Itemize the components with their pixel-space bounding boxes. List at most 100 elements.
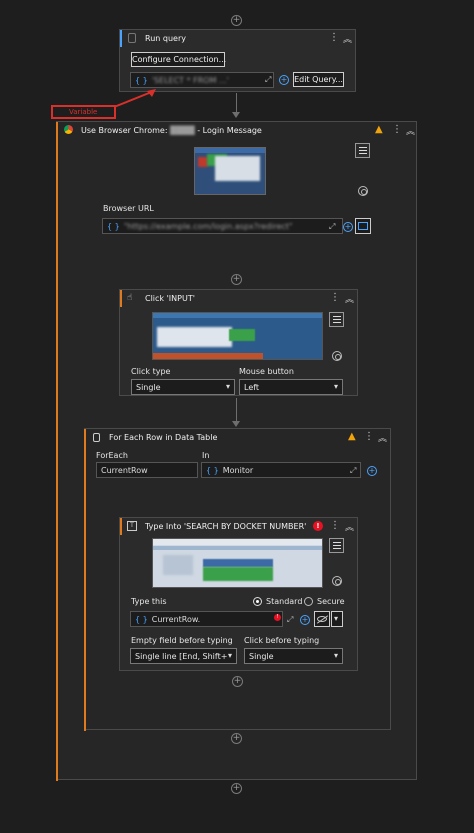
error-icon: ! bbox=[313, 521, 323, 531]
warning-icon: ▲ bbox=[348, 431, 356, 442]
expand-editor-icon[interactable]: ⤢ bbox=[287, 615, 293, 625]
type-this-value: CurrentRow. bbox=[151, 614, 201, 624]
input-error-icon: ! bbox=[274, 614, 281, 621]
expression-braces-icon: { } bbox=[107, 221, 120, 231]
foreach-item-input[interactable]: CurrentRow bbox=[96, 462, 198, 478]
kebab-menu-icon[interactable]: ⋮ bbox=[392, 124, 402, 135]
run-query-card[interactable]: Run query ⋮ ︽ Configure Connection... { … bbox=[119, 29, 356, 92]
expand-editor-icon[interactable]: ⤢ bbox=[265, 75, 271, 85]
collapse-icon[interactable]: ︽ bbox=[378, 431, 387, 444]
type-into-header: T Type Into 'SEARCH BY DOCKET NUMBER' ! … bbox=[120, 518, 357, 535]
collapse-icon[interactable]: ︽ bbox=[406, 124, 415, 137]
foreach-header: For Each Row in Data Table ▲ ⋮ ︽ bbox=[85, 429, 390, 446]
click-header: ☝ Click 'INPUT' ⋮ ︽ bbox=[120, 290, 357, 307]
click-input-card[interactable]: ☝ Click 'INPUT' ⋮ ︽ Click type Single ▾ … bbox=[119, 289, 358, 396]
click-accent bbox=[120, 290, 122, 307]
chevron-down-icon: ▾ bbox=[227, 651, 232, 660]
in-label: In bbox=[202, 451, 210, 460]
browser-scope[interactable]: Use Browser Chrome: ████ - Login Message… bbox=[56, 121, 417, 781]
add-variable-icon[interactable]: + bbox=[300, 615, 310, 625]
add-activity-button[interactable]: + bbox=[231, 733, 242, 744]
annotation-arrow bbox=[113, 89, 156, 108]
browser-scope-accent bbox=[56, 122, 58, 781]
kebab-menu-icon[interactable]: ⋮ bbox=[330, 520, 340, 531]
chevron-down-icon: ▾ bbox=[333, 382, 338, 391]
browser-url-label: Browser URL bbox=[103, 204, 154, 213]
type-into-icon: T bbox=[127, 521, 137, 531]
click-type-value: Single bbox=[136, 382, 161, 392]
type-this-label: Type this bbox=[131, 597, 167, 606]
configure-connection-button[interactable]: Configure Connection... bbox=[131, 52, 226, 67]
add-activity-button[interactable]: + bbox=[232, 676, 243, 687]
edit-query-button[interactable]: Edit Query... bbox=[293, 72, 344, 87]
add-activity-button[interactable]: + bbox=[231, 274, 242, 285]
click-type-select[interactable]: Single ▾ bbox=[131, 379, 235, 395]
kebab-menu-icon[interactable]: ⋮ bbox=[330, 292, 340, 303]
collapse-icon[interactable]: ︽ bbox=[345, 292, 354, 305]
chevron-down-icon: ▾ bbox=[225, 382, 230, 391]
connector-arrow bbox=[232, 421, 240, 427]
foreach-scope[interactable]: For Each Row in Data Table ▲ ⋮ ︽ ForEach… bbox=[84, 428, 391, 731]
add-activity-button-top[interactable]: + bbox=[231, 15, 242, 26]
connector-arrow bbox=[232, 112, 240, 118]
browser-title-suffix: - Login Message bbox=[197, 126, 262, 135]
click-title: Click 'INPUT' bbox=[145, 294, 195, 303]
foreach-label: ForEach bbox=[96, 451, 128, 460]
type-into-card[interactable]: T Type Into 'SEARCH BY DOCKET NUMBER' ! … bbox=[119, 517, 358, 671]
secure-label: Secure bbox=[317, 597, 345, 606]
indicate-target-icon[interactable] bbox=[358, 186, 368, 196]
type-options-dropdown[interactable]: ▾ bbox=[331, 611, 343, 627]
variable-annotation-box: Variable bbox=[51, 105, 116, 119]
thumb-panel bbox=[215, 156, 260, 181]
query-value: 'SELECT * FROM ...' bbox=[151, 75, 229, 85]
click-before-value: Single bbox=[249, 651, 274, 661]
in-collection-input[interactable]: { } Monitor bbox=[201, 462, 361, 478]
type-into-accent bbox=[120, 518, 122, 535]
click-screenshot-thumbnail bbox=[152, 312, 323, 360]
browser-url-input[interactable]: { } "https://example.com/login.aspx?redi… bbox=[102, 218, 343, 234]
click-before-select[interactable]: Single ▾ bbox=[244, 648, 343, 664]
expand-editor-icon[interactable]: ⤢ bbox=[350, 466, 356, 476]
kebab-menu-icon[interactable]: ⋮ bbox=[329, 32, 339, 43]
browser-title-text: Use Browser Chrome: bbox=[81, 126, 168, 135]
standard-radio[interactable] bbox=[253, 597, 262, 606]
collapse-icon[interactable]: ︽ bbox=[345, 520, 354, 533]
indicate-target-icon[interactable] bbox=[332, 576, 342, 586]
options-menu-icon[interactable] bbox=[329, 538, 344, 553]
options-menu-icon[interactable] bbox=[329, 312, 344, 327]
expression-braces-icon: { } bbox=[135, 75, 148, 85]
options-menu-icon[interactable] bbox=[355, 143, 370, 158]
type-this-input[interactable]: { } CurrentRow. bbox=[130, 611, 283, 627]
standard-label: Standard bbox=[266, 597, 303, 606]
type-into-screenshot-thumbnail bbox=[152, 538, 323, 588]
foreach-item-value: CurrentRow bbox=[101, 465, 148, 475]
connector-line bbox=[236, 398, 237, 423]
empty-field-value: Single line [End, Shift+H bbox=[135, 651, 227, 661]
browser-window-icon[interactable] bbox=[355, 218, 371, 234]
add-activity-button-bottom[interactable]: + bbox=[231, 783, 242, 794]
add-variable-icon[interactable]: + bbox=[343, 222, 353, 232]
collapse-icon[interactable]: ︽ bbox=[343, 32, 352, 45]
foreach-accent bbox=[84, 429, 86, 731]
kebab-menu-icon[interactable]: ⋮ bbox=[364, 431, 374, 442]
click-icon: ☝ bbox=[127, 293, 133, 303]
add-variable-icon[interactable]: + bbox=[279, 75, 289, 85]
indicate-target-icon[interactable] bbox=[332, 351, 342, 361]
run-query-header: Run query ⋮ ︽ bbox=[120, 30, 355, 47]
expression-braces-icon: { } bbox=[206, 465, 219, 475]
run-query-title: Run query bbox=[145, 34, 186, 43]
hide-text-icon[interactable] bbox=[314, 611, 330, 627]
add-variable-icon[interactable]: + bbox=[367, 466, 377, 476]
browser-screenshot-thumbnail bbox=[194, 147, 266, 195]
database-icon bbox=[128, 33, 136, 43]
expand-editor-icon[interactable]: ⤢ bbox=[329, 222, 335, 232]
warning-icon: ▲ bbox=[375, 124, 383, 135]
browser-title: Use Browser Chrome: ████ - Login Message bbox=[81, 126, 262, 135]
mouse-button-select[interactable]: Left ▾ bbox=[239, 379, 343, 395]
browser-scope-header: Use Browser Chrome: ████ - Login Message… bbox=[57, 122, 416, 138]
click-before-label: Click before typing bbox=[244, 636, 320, 645]
browser-url-value: "https://example.com/login.aspx?redirect… bbox=[123, 221, 293, 231]
secure-radio[interactable] bbox=[304, 597, 313, 606]
empty-field-select[interactable]: Single line [End, Shift+H ▾ bbox=[130, 648, 237, 664]
foreach-title: For Each Row in Data Table bbox=[109, 433, 218, 442]
